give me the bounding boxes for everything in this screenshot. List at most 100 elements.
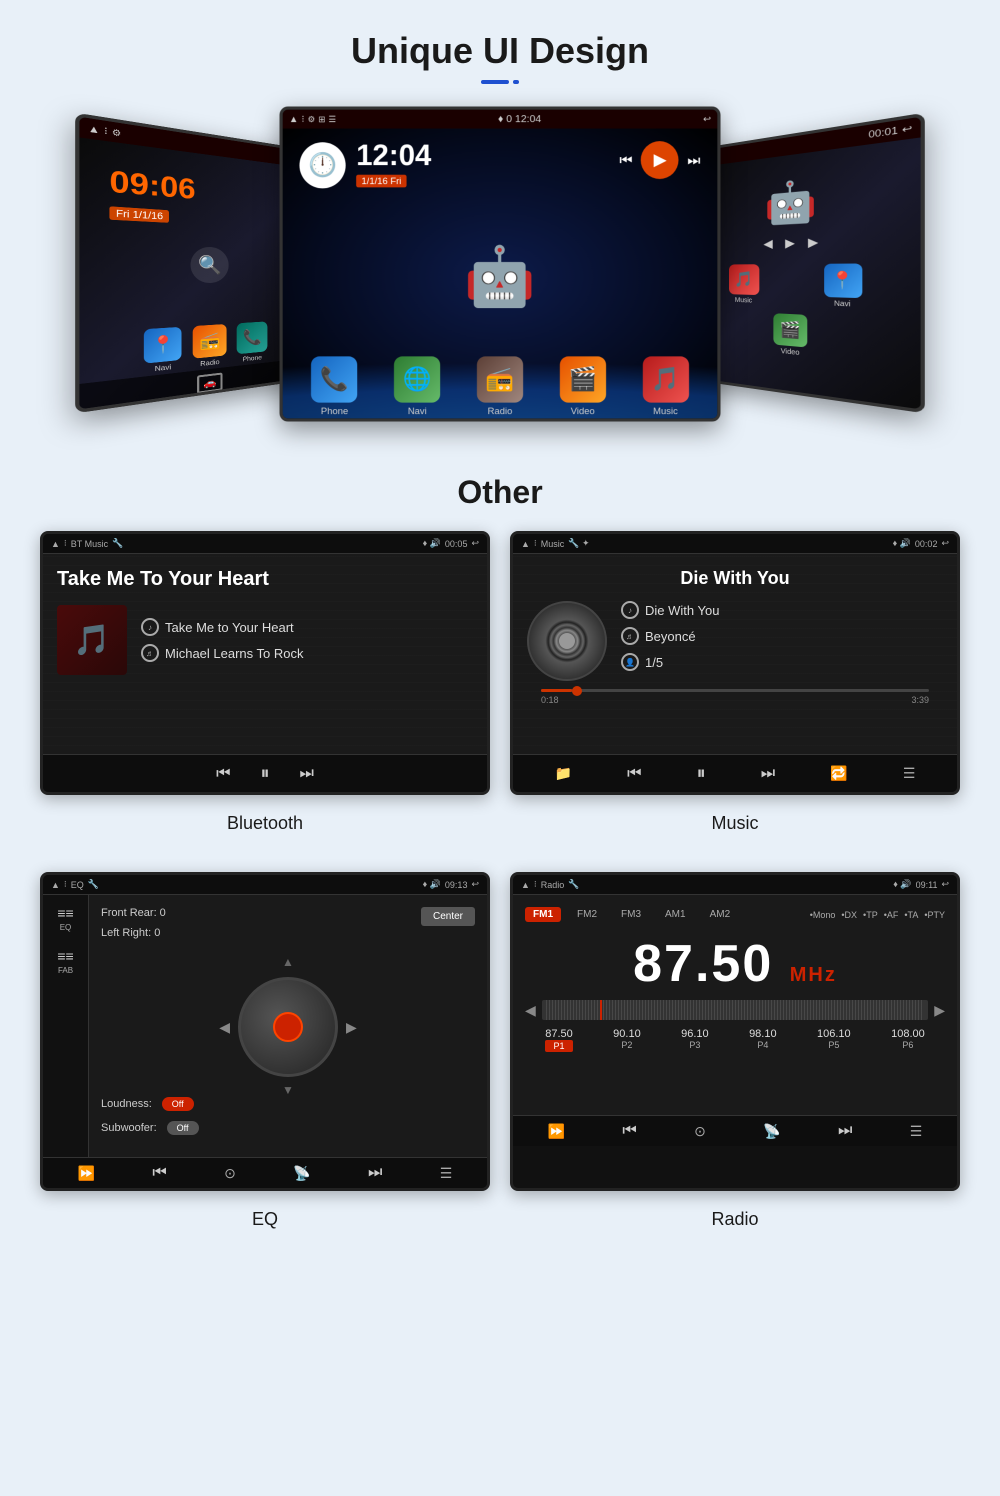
radio-unit: MHz [790,964,837,986]
radio-back-button[interactable]: ⏩ [548,1123,565,1140]
eq-arrow-right[interactable]: ▶ [346,1019,357,1036]
radio-prev-button[interactable]: ⏮ [622,1122,636,1140]
navi-app-icon[interactable]: 📍 Navi [144,327,182,375]
bt-track-info: 🎵 ♪ Take Me to Your Heart ♬ Michael Lear… [57,605,473,675]
bt-status-bar: ▲ ⁝ BT Music 🔧 ♦ 🔊 00:05 ↩ [43,534,487,554]
android-robot-right: 🤖 [764,176,817,227]
music-repeat-button[interactable]: 🔁 [830,765,847,782]
bt-caption: Bluetooth [40,805,490,842]
music-song-name: ♪ Die With You [621,601,943,619]
progress-fill [541,689,572,692]
eq-knob[interactable] [238,977,338,1077]
preset-p3[interactable]: 96.10 P3 [681,1028,709,1052]
fm1-band-button[interactable]: FM1 [525,907,561,922]
eq-sidebar-eq[interactable]: ≡≡ EQ [57,905,73,932]
play-btn-top[interactable]: ▶ [641,141,679,179]
music-folder-button[interactable]: 📁 [555,765,572,782]
vinyl-record [527,601,607,681]
preset-p4[interactable]: 98.10 P4 [749,1028,777,1052]
preset-p5[interactable]: 106.10 P5 [817,1028,851,1052]
music-content: Die With You ♪ Die With You ♬ Beyoncé [513,554,957,754]
subwoofer-toggle[interactable]: Off [167,1121,199,1135]
phone-center-app[interactable]: 📞 Phone [311,356,357,416]
eq-menu-button[interactable]: ☰ [440,1165,453,1182]
eq-caption: EQ [40,1201,490,1238]
bt-prev-button[interactable]: ⏮ [216,765,230,783]
mono-option: •Mono [810,910,836,920]
title-underline-decoration [0,80,1000,84]
music-next-button[interactable]: ⏭ [761,765,775,783]
center-button[interactable]: Center [421,907,475,926]
left-right-row: Left Right: 0 [101,927,181,939]
preset-p6[interactable]: 108.00 P6 [891,1028,925,1052]
eq-arrow-left[interactable]: ◀ [219,1019,230,1036]
car-icon: 🚗 [197,372,222,393]
freq-track[interactable] [542,1000,928,1020]
music-track-title: Die With You [527,568,943,589]
navi-center-app[interactable]: 🌐 Navi [394,356,440,416]
screen-center-wrapper: ▲ ⁝ ⚙ ⊞ ☰ ♦ 0 12:04 ↩ 🕛 [280,107,721,422]
music-prev-button[interactable]: ⏮ [627,765,641,783]
music-center-app[interactable]: 🎵 Music [642,356,688,416]
eq-back-button[interactable]: ⏩ [78,1165,95,1182]
fm3-band-button[interactable]: FM3 [613,907,649,922]
section-other: Other ▲ ⁝ BT Music 🔧 ♦ 🔊 00:05 ↩ Take Me… [0,454,1000,1278]
band-row: FM1 FM2 FM3 AM1 AM2 •Mono •DX •TP •AF •T… [525,907,945,922]
eq-prev-button[interactable]: ⏮ [152,1164,166,1182]
radio-antenna-button[interactable]: 📡 [763,1123,780,1140]
am1-band-button[interactable]: AM1 [657,907,694,922]
bt-next-button[interactable]: ⏭ [300,765,314,783]
eq-antenna-button[interactable]: 📡 [293,1165,310,1182]
freq-slider[interactable]: ◀ ▶ [525,1000,945,1020]
radio-home-button[interactable]: ⊙ [694,1123,706,1140]
next-btn-top[interactable]: ⏭ [687,151,700,169]
screen-left-wrapper: ▲ ⁝ ⚙ ♦ ↩ 09:06 Fri 1/1/16 🔍 📍 [75,113,312,414]
radio-app-icon[interactable]: 📻 Radio [193,324,227,369]
radio-menu-button[interactable]: ☰ [910,1123,923,1140]
loudness-toggle[interactable]: Off [162,1097,194,1111]
bt-album-art: 🎵 [57,605,127,675]
right-screen-content: Music 🤖 ◀ ▶ ▶ 🎵 Music [690,137,921,413]
radio-next-button[interactable]: ⏭ [838,1122,852,1140]
next-btn-right[interactable]: ▶ [808,235,818,250]
radio-center-app[interactable]: 📻 Radio [477,356,523,416]
search-icon[interactable]: 🔍 [190,246,228,283]
bt-pause-button[interactable]: ⏸ [261,763,270,784]
fm2-band-button[interactable]: FM2 [569,907,605,922]
time-total: 3:39 [911,695,929,705]
eq-sidebar-fab[interactable]: ≡≡ FAB [57,948,73,975]
eq-sliders-icon: ≡≡ [57,905,73,921]
eq-home-button[interactable]: ⊙ [224,1165,236,1182]
bt-track-details: ♪ Take Me to Your Heart ♬ Michael Learns… [141,618,304,662]
eq-main: Front Rear: 0 Left Right: 0 Center ▲ [89,895,487,1157]
subwoofer-row: Subwoofer: Off [101,1121,475,1135]
phone-app-icon[interactable]: 📞 Phone [237,321,268,364]
music-playlist-button[interactable]: ☰ [903,765,916,782]
radio-bottom-bar: ⏩ ⏮ ⊙ 📡 ⏭ ☰ [513,1115,957,1146]
prev-btn-top[interactable]: ⏮ [619,151,632,169]
music-pause-button[interactable]: ⏸ [697,763,706,784]
music-caption: Music [510,805,960,842]
dx-option: •DX [841,910,857,920]
page-title-unique-ui: Unique UI Design [0,0,1000,72]
preset-p1[interactable]: 87.50 P1 [545,1028,573,1052]
am2-band-button[interactable]: AM2 [702,907,739,922]
preset-p2[interactable]: 90.10 P2 [613,1028,641,1052]
prev-btn-right[interactable]: ◀ [763,237,772,251]
progress-bar-container[interactable]: 0:18 3:39 [527,681,943,709]
navi-right-app[interactable]: 📍 Navi [794,263,896,310]
video-right-app[interactable]: 🎬 Video [773,313,807,358]
radio-caption: Radio [510,1201,960,1238]
radio-status-bar: ▲ ⁝ Radio 🔧 ♦ 🔊 09:11 ↩ [513,875,957,895]
freq-right-arrow[interactable]: ▶ [934,1002,945,1019]
eq-arrow-down: ▼ [282,1083,294,1097]
play-btn-right[interactable]: ▶ [785,236,795,250]
video-center-app[interactable]: 🎬 Video [560,356,606,416]
bt-controls-bar: ⏮ ⏸ ⏭ [43,754,487,792]
freq-left-arrow[interactable]: ◀ [525,1002,536,1019]
freq-needle [600,1000,602,1020]
car-screen-right: ♦ 0 00:01 ↩ Music 🤖 ◀ ▶ ▶ [687,113,924,414]
screen-right-wrapper: ♦ 0 00:01 ↩ Music 🤖 ◀ ▶ ▶ [687,113,924,414]
eq-next-button[interactable]: ⏭ [368,1164,382,1182]
android-robot-center: 🤖 [464,248,536,306]
